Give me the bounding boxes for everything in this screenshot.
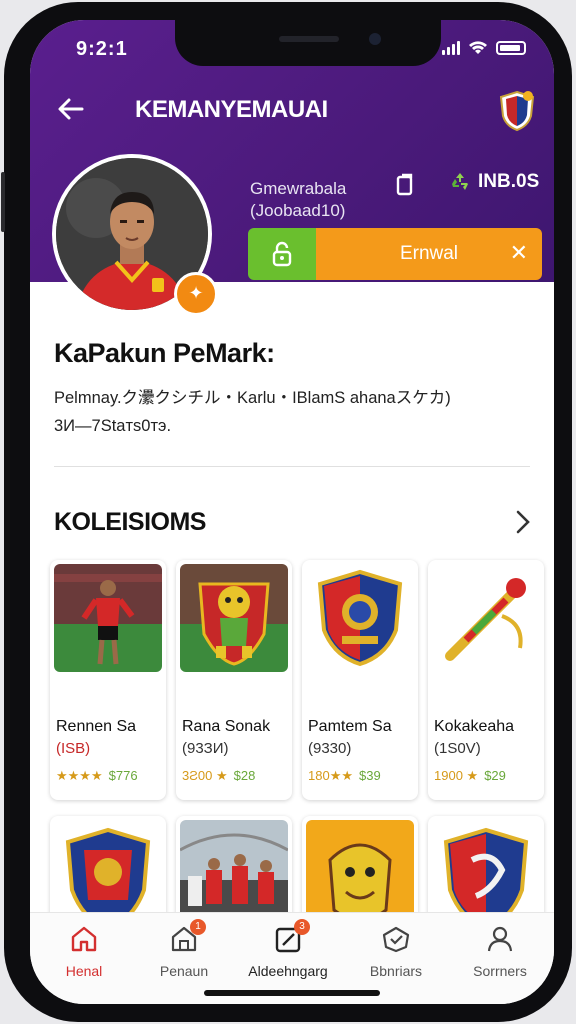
stat-count: INB.0S — [478, 171, 540, 192]
tab-badge: 1 — [190, 919, 206, 935]
copy-icon[interactable] — [394, 172, 416, 198]
card-stars: 1900 ★ — [434, 768, 479, 783]
shield-check-icon — [382, 926, 410, 953]
tab-badge: 3 — [294, 919, 310, 935]
card-image — [306, 564, 414, 672]
section-title: KOLEISIOMS — [54, 508, 206, 536]
club-logo-icon[interactable] — [498, 90, 536, 132]
card-title: Pamtem Sa — [308, 718, 392, 735]
stat-label: Gmewrabala — [250, 179, 347, 198]
crest-badge-image — [306, 564, 414, 672]
card-title: Kokakeaha — [434, 718, 515, 735]
card-stars: ★★★★ — [56, 768, 103, 783]
profile-bio: Pelmnay.ク㶟クシチル・Karlu・IBlamS ahanaスケカ) 3И… — [54, 384, 534, 440]
lock-button[interactable] — [248, 228, 316, 280]
phone-frame: 9:2:1 KEMANYEMAUAI Gmewrabala (Joobaad10… — [1, 2, 572, 1022]
card-value: $28 — [233, 768, 256, 783]
tab-penaun[interactable]: 1 Penaun — [134, 919, 234, 979]
tab-label: Sorrners — [473, 963, 527, 979]
torch-item-image — [432, 564, 540, 672]
status-icons — [442, 40, 526, 56]
close-icon[interactable]: ✕ — [510, 240, 528, 266]
lock-icon — [272, 241, 292, 267]
stat-count-group[interactable]: INB.0S — [448, 170, 539, 194]
card-rating: 1900 ★ $29 — [434, 768, 506, 784]
tab-aldeehngarg[interactable]: 3 Aldeehngarg — [238, 919, 338, 979]
card-image — [432, 564, 540, 672]
collection-card[interactable]: Rana Sonak (93ЗИ) 3Ƨ00 ★ $28 — [176, 560, 292, 800]
card-price: (93ЗИ) — [182, 740, 229, 757]
card-value: $39 — [359, 768, 381, 783]
card-stars: 3Ƨ00 ★ — [182, 768, 228, 783]
home-icon — [71, 926, 97, 952]
tab-home[interactable]: Henal — [34, 923, 134, 979]
follow-label: Ernwal — [399, 243, 459, 264]
collection-card[interactable]: Pamtem Sa (9330) 180★★ $39 — [302, 560, 418, 800]
card-title: Rennen Sa — [56, 718, 137, 735]
tab-label: Penaun — [159, 963, 209, 979]
divider — [54, 466, 530, 467]
card-image — [180, 564, 288, 672]
player-photo — [54, 564, 162, 672]
home-indicator[interactable] — [204, 990, 380, 996]
signal-icon — [442, 41, 460, 55]
tab-sorrners[interactable]: Sorrners — [450, 923, 550, 979]
collection-card[interactable]: Rennen Sa (ISB) ★★★★ $776 — [50, 560, 166, 800]
tab-label: Henal — [65, 963, 103, 979]
stat-sublabel: (Joobaad10) — [250, 201, 346, 220]
card-title: Rana Sonak — [182, 718, 271, 735]
card-stars: 180★★ — [308, 768, 353, 783]
chevron-right-icon[interactable] — [512, 508, 534, 536]
wifi-icon — [469, 41, 487, 54]
bio-line: 3И—7Staтs0тэ. — [54, 417, 172, 435]
card-price: (1S0V) — [434, 740, 481, 757]
status-time: 9:2:1 — [76, 38, 128, 60]
profile-name: KaPakun PeMark: — [54, 338, 275, 368]
card-price: (ISB) — [56, 740, 91, 757]
tab-label: Aldeehngarg — [248, 963, 328, 979]
card-rating: 180★★ $39 — [308, 768, 381, 784]
tab-label: Bbnriars — [369, 963, 423, 979]
page-title: KEMANYEMAUAI — [135, 96, 328, 123]
follow-bar: Ernwal ✕ — [248, 228, 542, 280]
screen: 9:2:1 KEMANYEMAUAI Gmewrabala (Joobaad10… — [30, 20, 554, 1004]
card-image — [54, 564, 162, 672]
user-icon — [487, 926, 513, 952]
avatar-badge-icon: ✦ — [174, 272, 218, 316]
card-value: $776 — [108, 768, 138, 783]
follow-button[interactable]: Ernwal ✕ — [316, 228, 542, 280]
battery-icon — [496, 41, 526, 55]
card-rating: 3Ƨ00 ★ $28 — [182, 768, 255, 784]
bio-line: Pelmnay.ク㶟クシチル・Karlu・IBlamS ahanaスケカ) — [54, 389, 451, 407]
collection-card[interactable]: Kokakeaha (1S0V) 1900 ★ $29 — [428, 560, 544, 800]
recycle-icon — [452, 173, 468, 190]
card-rating: ★★★★ $776 — [56, 768, 138, 784]
mascot-image — [180, 564, 288, 672]
back-arrow-icon[interactable] — [54, 92, 88, 126]
card-value: $29 — [484, 768, 506, 783]
card-price: (9330) — [308, 740, 352, 757]
stat-text: Gmewrabala (Joobaad10) — [250, 178, 346, 222]
tab-bbnriars[interactable]: Bbnriars — [346, 923, 446, 979]
notch — [175, 20, 441, 66]
